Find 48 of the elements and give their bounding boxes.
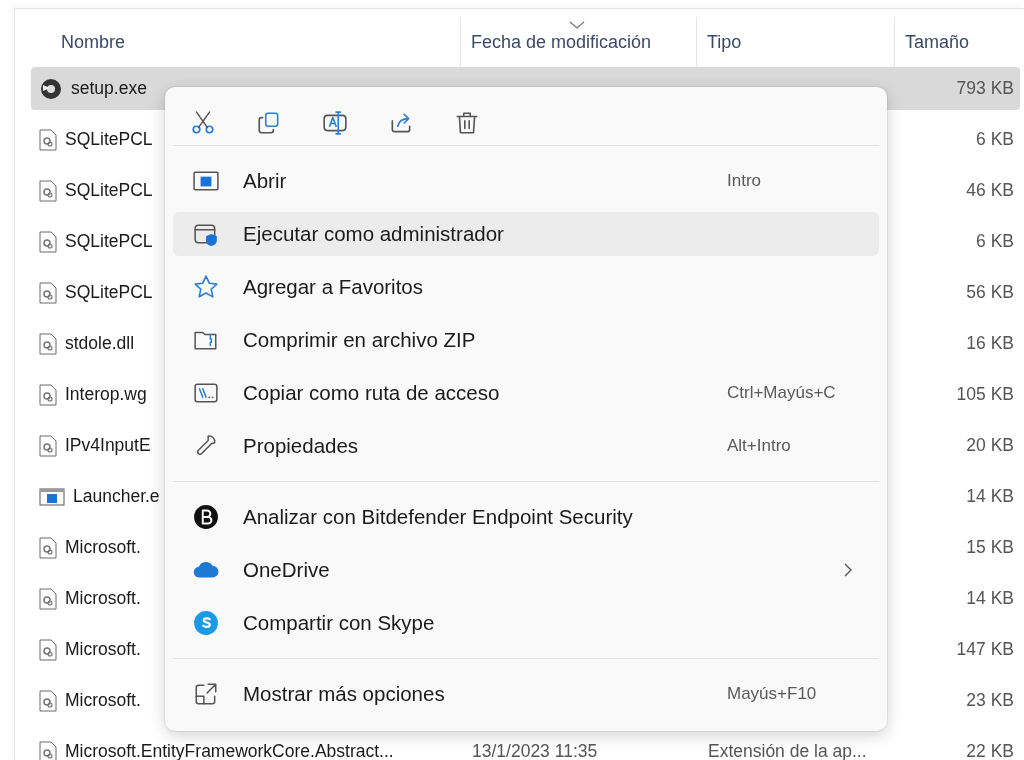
size-text: 15 KB	[965, 537, 1015, 558]
size-text: 6 KB	[975, 231, 1015, 252]
column-label: Tamaño	[905, 31, 970, 53]
menu-label: Ejecutar como administrador	[243, 222, 505, 246]
file-name: Microsoft.	[65, 690, 141, 711]
size-text: 16 KB	[965, 333, 1015, 354]
type-text: Extensión de la ap...	[707, 741, 867, 760]
size-text: 793 KB	[955, 78, 1015, 99]
menu-label: Compartir con Skype	[243, 611, 436, 635]
column-label: Nombre	[61, 31, 126, 53]
menu-label: Propiedades	[243, 434, 360, 458]
file-name: setup.exe	[71, 78, 147, 99]
file-name: Microsoft.	[65, 537, 141, 558]
file-name: SQLitePCL	[65, 231, 153, 252]
file-name: IPv4InputE	[65, 435, 151, 456]
shortcut-text: Alt+Intro	[727, 436, 792, 456]
menu-label: Copiar como ruta de acceso	[243, 381, 501, 405]
file-name: Interop.wg	[65, 384, 147, 405]
size-text: 14 KB	[965, 588, 1015, 609]
column-label: Tipo	[707, 31, 742, 53]
size-text: 56 KB	[965, 282, 1015, 303]
file-name: stdole.dll	[65, 333, 135, 354]
shortcut-text: Intro	[727, 171, 763, 191]
size-text: 46 KB	[965, 180, 1015, 201]
size-text: 147 KB	[955, 639, 1015, 660]
shortcut-text: Mayús+F10	[727, 684, 818, 704]
size-text: 20 KB	[965, 435, 1015, 456]
size-text: 14 KB	[965, 486, 1015, 507]
file-name: Microsoft.	[65, 588, 141, 609]
size-text: 22 KB	[965, 741, 1015, 760]
file-name: SQLitePCL	[65, 180, 153, 201]
column-label: Fecha de modificación	[471, 31, 652, 53]
date-text: 13/1/2023 11:35	[471, 741, 598, 760]
file-name: Launcher.e	[73, 486, 160, 507]
shortcut-text: Ctrl+Mayús+C	[727, 383, 837, 403]
file-name: Microsoft.	[65, 639, 141, 660]
menu-label: Mostrar más opciones	[243, 682, 446, 706]
menu-label: Agregar a Favoritos	[243, 275, 425, 299]
file-name: Microsoft.EntityFrameworkCore.Abstract...	[65, 741, 394, 760]
menu-label: Abrir	[243, 169, 288, 193]
size-text: 6 KB	[975, 129, 1015, 150]
menu-label: Analizar con Bitdefender Endpoint Security	[243, 505, 634, 529]
size-text: 23 KB	[965, 690, 1015, 711]
menu-label: OneDrive	[243, 558, 331, 582]
file-name: SQLitePCL	[65, 282, 153, 303]
file-name: SQLitePCL	[65, 129, 153, 150]
size-text: 105 KB	[955, 384, 1015, 405]
menu-label: Comprimir en archivo ZIP	[243, 328, 477, 352]
